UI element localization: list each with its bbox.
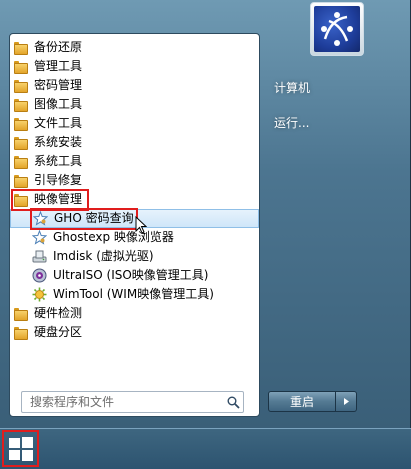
ultraiso-icon [32, 268, 47, 283]
folder-label: 密码管理 [34, 78, 83, 92]
programs-pane: 备份还原 管理工具 密码管理 图像工具 文件工具 系统安装 系统工具 引导修复 … [9, 33, 260, 417]
folder-label: 备份还原 [34, 40, 83, 54]
user-picture-icon [314, 6, 360, 52]
folder-icon [14, 194, 28, 207]
folder-icon [14, 99, 28, 112]
program-item-imdisk[interactable]: Imdisk (虚拟光驱) [10, 247, 259, 266]
mouse-cursor-icon [135, 215, 148, 237]
folder-icon [14, 327, 28, 340]
search-box[interactable] [21, 391, 244, 413]
folder-icon [14, 42, 28, 55]
folder-label: 引导修复 [34, 173, 83, 187]
folder-label: 硬盘分区 [34, 325, 83, 339]
folder-icon [14, 118, 28, 131]
restart-button[interactable]: 重启 [268, 391, 336, 412]
star-key-icon [33, 211, 48, 226]
folder-item-file-tools[interactable]: 文件工具 [10, 114, 259, 133]
disk-drive-icon [32, 249, 47, 264]
folder-label: 系统工具 [34, 154, 83, 168]
computer-link[interactable]: 计算机 [274, 79, 310, 96]
program-item-wimtool[interactable]: WimTool (WIM映像管理工具) [10, 285, 259, 304]
folder-item-system-install[interactable]: 系统安装 [10, 133, 259, 152]
windows-logo-icon [8, 436, 33, 461]
star-key-icon [32, 230, 47, 245]
program-label: WimTool (WIM映像管理工具) [53, 287, 214, 301]
folder-label: 管理工具 [34, 59, 83, 73]
folder-item-boot-repair[interactable]: 引导修复 [10, 171, 259, 190]
program-label: UltraISO (ISO映像管理工具) [53, 268, 209, 282]
folder-label: 文件工具 [34, 116, 83, 130]
folder-icon [14, 308, 28, 321]
folder-item-backup[interactable]: 备份还原 [10, 38, 259, 57]
taskbar [0, 428, 411, 469]
run-link[interactable]: 运行... [274, 114, 309, 131]
folder-label: 系统安装 [34, 135, 83, 149]
folder-item-password[interactable]: 密码管理 [10, 76, 259, 95]
folder-item-disk-partition[interactable]: 硬盘分区 [10, 323, 259, 342]
folder-item-image-tools[interactable]: 图像工具 [10, 95, 259, 114]
program-list: 备份还原 管理工具 密码管理 图像工具 文件工具 系统安装 系统工具 引导修复 … [10, 36, 259, 371]
folder-icon [14, 61, 28, 74]
folder-icon [14, 175, 28, 188]
wimtool-icon [32, 287, 47, 302]
program-item-ultraiso[interactable]: UltraISO (ISO映像管理工具) [10, 266, 259, 285]
shutdown-options-button[interactable] [336, 391, 357, 412]
folder-icon [14, 156, 28, 169]
folder-icon [14, 80, 28, 93]
start-menu: 计算机 运行... 备份还原 管理工具 密码管理 图像工具 文件工具 系统安装 … [0, 0, 411, 428]
program-label: Imdisk (虚拟光驱) [53, 249, 154, 263]
chevron-right-icon [343, 398, 349, 405]
search-input[interactable] [22, 393, 223, 411]
folder-label: 映像管理 [34, 192, 83, 206]
folder-icon [14, 137, 28, 150]
folder-item-system-tools[interactable]: 系统工具 [10, 152, 259, 171]
folder-item-hardware-detect[interactable]: 硬件检测 [10, 304, 259, 323]
folder-item-admin-tools[interactable]: 管理工具 [10, 57, 259, 76]
user-picture-tile[interactable] [310, 2, 364, 56]
folder-item-image-management[interactable]: 映像管理 [10, 190, 259, 209]
search-icon[interactable] [223, 392, 243, 412]
start-button[interactable] [2, 430, 39, 467]
folder-label: 硬件检测 [34, 306, 83, 320]
program-label: Ghostexp 映像浏览器 [53, 230, 174, 244]
folder-label: 图像工具 [34, 97, 83, 111]
program-label: GHO 密码查询 [54, 211, 134, 225]
